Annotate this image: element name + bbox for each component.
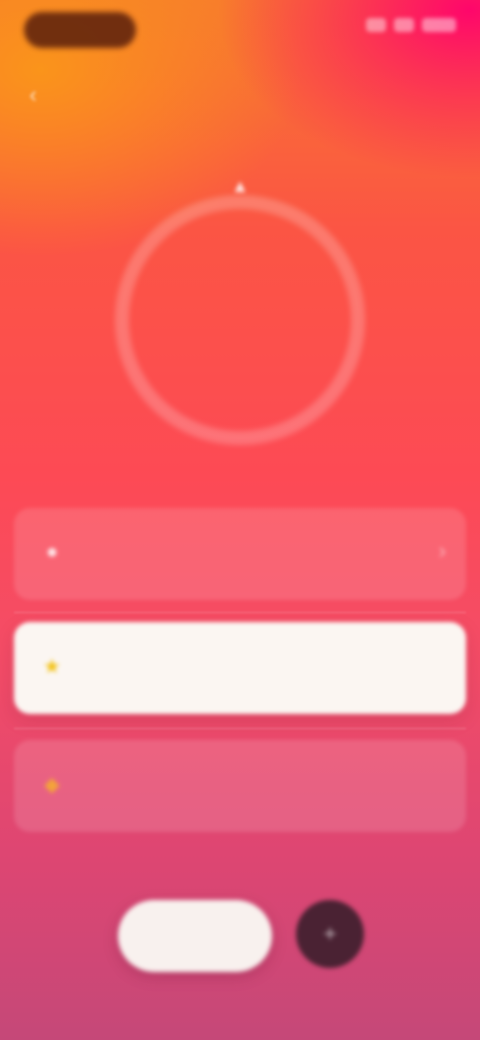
divider — [14, 612, 466, 613]
back-button[interactable]: ‹ — [18, 80, 48, 110]
wifi-icon — [394, 18, 414, 32]
status-bar-icons — [366, 18, 456, 32]
bolt-icon: ◆ — [44, 773, 60, 796]
person-icon: ● — [45, 540, 59, 563]
star-icon: ★ — [43, 655, 61, 678]
progress-ring-graphic — [115, 195, 365, 445]
signal-icon — [366, 18, 386, 32]
chevron-right-icon: › — [438, 538, 446, 563]
list-item[interactable]: ◆ — [14, 740, 466, 832]
divider — [14, 728, 466, 729]
list-item[interactable]: ● › — [14, 508, 466, 600]
progress-ring — [100, 180, 380, 460]
primary-action-button[interactable] — [118, 900, 272, 972]
app-screen: ‹ ▲ ● › ★ ◆ + — [0, 0, 480, 1040]
list-item-selected[interactable]: ★ — [14, 622, 466, 714]
dynamic-island — [24, 12, 136, 48]
plus-icon: + — [323, 921, 337, 946]
battery-icon — [422, 18, 456, 32]
secondary-action-button[interactable]: + — [296, 900, 364, 968]
chevron-left-icon: ‹ — [29, 82, 37, 107]
